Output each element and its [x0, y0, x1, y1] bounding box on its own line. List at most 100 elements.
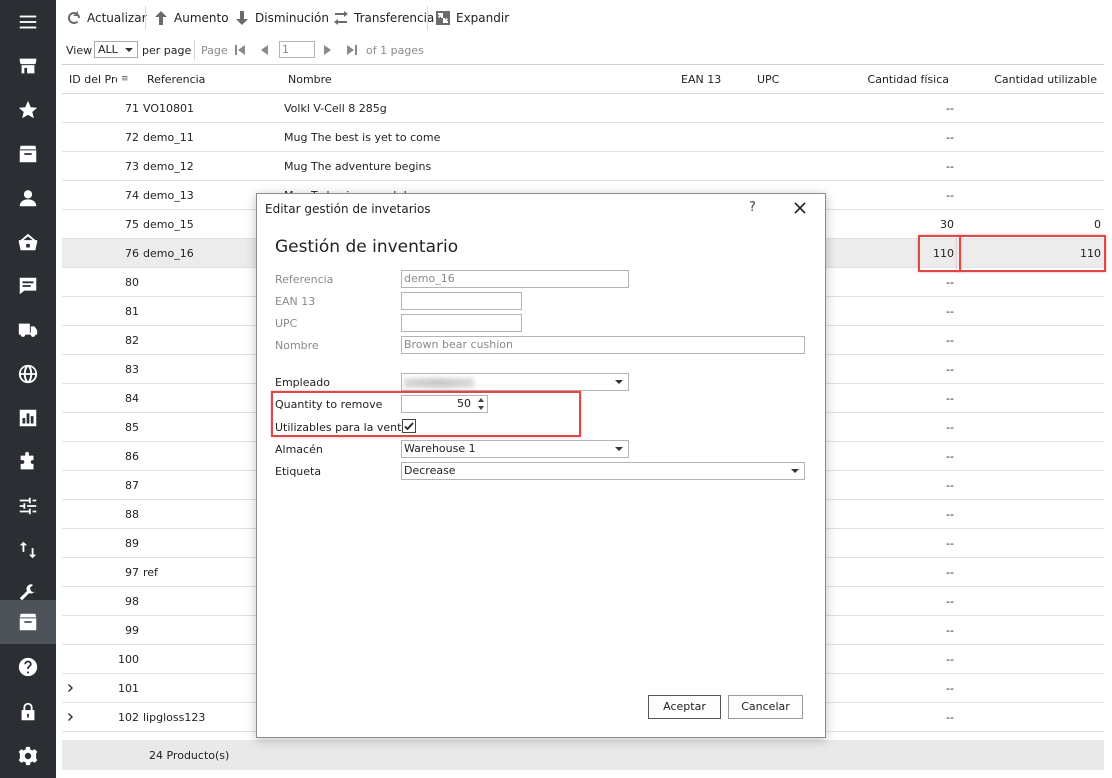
- name-label: Nombre: [275, 339, 319, 352]
- cell-id: 86: [125, 450, 139, 463]
- cell-physical-qty: 30: [940, 218, 954, 231]
- accept-button[interactable]: Aceptar: [648, 695, 721, 719]
- sliders-icon[interactable]: [0, 484, 56, 528]
- employee-label: Empleado: [275, 376, 330, 389]
- expand-button[interactable]: Expandir: [435, 8, 509, 28]
- col-header-name[interactable]: Nombre: [288, 73, 332, 86]
- employee-select[interactable]: [401, 373, 629, 391]
- truck-icon[interactable]: [0, 308, 56, 352]
- cell-id: 71: [125, 102, 139, 115]
- table-row[interactable]: 73 demo_12 Mug The adventure begins --: [62, 152, 1104, 181]
- prev-page-icon[interactable]: [258, 44, 270, 56]
- decrease-button[interactable]: Disminución: [234, 8, 329, 28]
- refresh-icon: [67, 11, 80, 24]
- increase-button[interactable]: Aumento: [153, 8, 229, 28]
- ean-field[interactable]: [401, 292, 522, 310]
- toolbar: Actualizar Aumento Disminución Transfere…: [56, 0, 1112, 36]
- col-header-physical[interactable]: Cantidad física: [849, 73, 949, 86]
- grid-header: ID del Pro ≡ Referencia Nombre EAN 13 UP…: [62, 65, 1104, 94]
- user-icon[interactable]: [0, 176, 56, 220]
- chat-icon[interactable]: [0, 264, 56, 308]
- cell-usable-qty: 110: [1080, 247, 1101, 260]
- of-pages-label: of 1 pages: [366, 44, 424, 57]
- view-label: View: [66, 44, 93, 57]
- reference-label: Referencia: [275, 273, 334, 286]
- transfer-arrows-icon[interactable]: [0, 528, 56, 572]
- toolbar-divider: [145, 6, 146, 30]
- upc-label: UPC: [275, 317, 298, 330]
- tag-label: Etiqueta: [275, 465, 322, 478]
- cell-id: 89: [125, 537, 139, 550]
- usable-checkbox[interactable]: [402, 419, 416, 433]
- page-input[interactable]: 1: [279, 41, 315, 58]
- cell-id: 83: [125, 363, 139, 376]
- check-icon: [404, 422, 414, 431]
- col-header-ref[interactable]: Referencia: [147, 73, 205, 86]
- cell-physical-qty: --: [946, 537, 954, 550]
- upc-field[interactable]: [401, 314, 522, 332]
- cell-physical-qty: --: [946, 276, 954, 289]
- chevron-down-icon: [615, 380, 623, 384]
- help-icon[interactable]: ?: [749, 200, 756, 215]
- cell-physical-qty: --: [946, 682, 954, 695]
- star-icon[interactable]: [0, 88, 56, 132]
- help-icon[interactable]: [0, 645, 56, 689]
- cell-physical-qty: --: [946, 450, 954, 463]
- basket-icon[interactable]: [0, 220, 56, 264]
- cell-id: 84: [125, 392, 139, 405]
- inbox-icon[interactable]: [0, 132, 56, 176]
- name-field[interactable]: Brown bear cushion: [401, 336, 805, 354]
- lock-icon[interactable]: [0, 690, 56, 734]
- expand-label: Expandir: [456, 11, 510, 25]
- chevron-right-icon[interactable]: [66, 712, 76, 722]
- decrease-label: Disminución: [255, 11, 329, 25]
- warehouse-select[interactable]: Warehouse 1: [401, 440, 629, 458]
- dialog-title: Editar gestión de invetarios: [265, 202, 431, 216]
- view-select[interactable]: ALL: [94, 41, 138, 58]
- table-row[interactable]: 72 demo_11 Mug The best is yet to come --: [62, 123, 1104, 152]
- store-icon[interactable]: [0, 44, 56, 88]
- cell-id: 76: [125, 247, 139, 260]
- cell-name: Volkl V-Cell 8 285g: [284, 102, 387, 115]
- cell-physical-qty: --: [946, 653, 954, 666]
- transfer-icon: [334, 11, 348, 25]
- reference-field[interactable]: demo_16: [401, 270, 629, 288]
- close-icon[interactable]: [793, 201, 807, 215]
- table-row[interactable]: 71 VO10801 Volkl V-Cell 8 285g --: [62, 94, 1104, 123]
- cell-physical-qty: --: [946, 479, 954, 492]
- last-page-icon[interactable]: [346, 44, 358, 56]
- col-header-id[interactable]: ID del Pro: [69, 73, 117, 86]
- warehouse-value: Warehouse 1: [404, 442, 476, 455]
- col-header-upc[interactable]: UPC: [757, 73, 779, 86]
- cancel-button[interactable]: Cancelar: [728, 695, 803, 719]
- cell-ref: demo_11: [143, 131, 194, 144]
- tag-select[interactable]: Decrease: [401, 462, 805, 480]
- cell-ref: lipgloss123: [143, 711, 206, 724]
- cell-id: 75: [125, 218, 139, 231]
- warehouse-label: Almacén: [275, 443, 323, 456]
- spinner-arrows-icon[interactable]: [477, 397, 485, 411]
- chart-icon[interactable]: [0, 396, 56, 440]
- increase-label: Aumento: [174, 11, 229, 25]
- cell-physical-qty: --: [946, 421, 954, 434]
- puzzle-icon[interactable]: [0, 440, 56, 484]
- inventory-icon[interactable]: [0, 600, 56, 644]
- settings-gear-icon[interactable]: [0, 734, 56, 778]
- col-header-ean[interactable]: EAN 13: [681, 73, 721, 86]
- cell-physical-qty: 110: [933, 247, 954, 260]
- first-page-icon[interactable]: [234, 44, 246, 56]
- qty-stepper[interactable]: 50: [401, 395, 488, 413]
- menu-icon[interactable]: [0, 0, 56, 44]
- next-page-icon[interactable]: [322, 44, 334, 56]
- pager: View ALL per page Page 1 of 1 pages: [56, 36, 1112, 64]
- cell-id: 82: [125, 334, 139, 347]
- view-select-value: ALL: [98, 43, 118, 56]
- col-header-usable[interactable]: Cantidad utilizable: [977, 73, 1097, 86]
- globe-icon[interactable]: [0, 352, 56, 396]
- transfer-button[interactable]: Transferencia: [333, 8, 434, 28]
- cell-id: 97: [125, 566, 139, 579]
- refresh-button[interactable]: Actualizar: [66, 8, 147, 28]
- chevron-right-icon[interactable]: [66, 683, 76, 693]
- cell-id: 102: [118, 711, 139, 724]
- cell-ref: demo_12: [143, 160, 194, 173]
